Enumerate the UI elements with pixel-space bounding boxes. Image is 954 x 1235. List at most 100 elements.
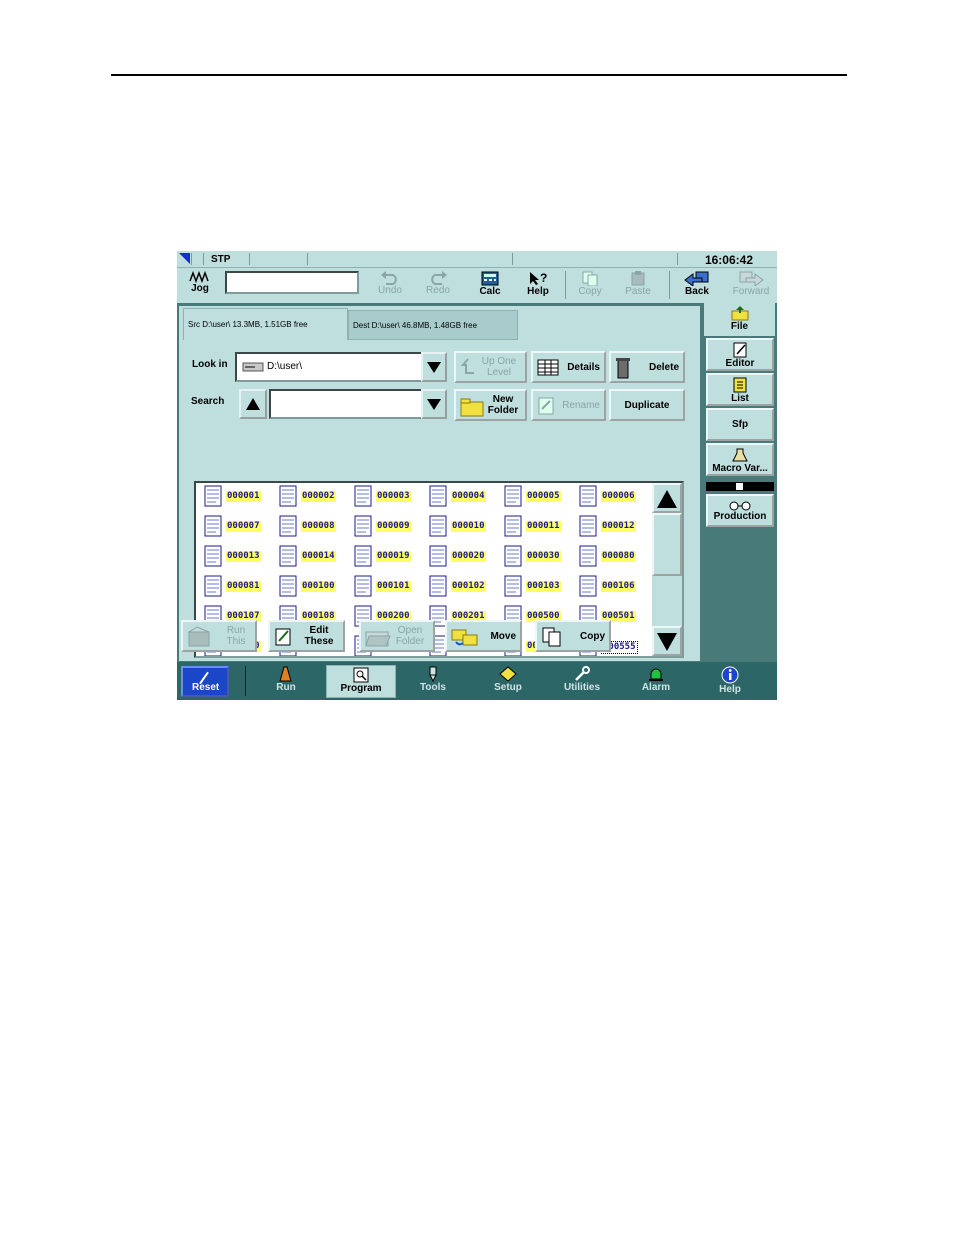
- nav-run-label: Run: [276, 682, 296, 693]
- file-item[interactable]: 000012: [579, 515, 651, 537]
- new-folder-button[interactable]: New Folder: [454, 389, 527, 421]
- file-item[interactable]: 000009: [354, 515, 426, 537]
- nav-run[interactable]: Run: [252, 665, 320, 698]
- arrow-down-icon: [657, 633, 677, 651]
- nav-setup[interactable]: Setup: [474, 665, 542, 698]
- scroll-up-button[interactable]: [652, 483, 682, 513]
- file-item[interactable]: 000100: [279, 575, 351, 597]
- move-label: Move: [490, 630, 516, 642]
- file-item[interactable]: 000011: [504, 515, 576, 537]
- rename-button[interactable]: Rename: [531, 389, 606, 421]
- file-item[interactable]: 000013: [204, 545, 276, 567]
- side-file-button[interactable]: File: [704, 303, 775, 336]
- file-name: 000014: [301, 551, 336, 562]
- gcode-file-icon: [204, 545, 222, 567]
- trash-can-icon: [616, 358, 630, 379]
- reset-button[interactable]: Reset: [181, 666, 229, 697]
- side-list-button[interactable]: List: [706, 373, 774, 406]
- machine-screen: STP 16:06:42 Jog Undo Redo Calc ? Help C…: [177, 251, 777, 700]
- file-item[interactable]: 000014: [279, 545, 351, 567]
- forward-button[interactable]: Forward: [725, 269, 777, 302]
- file-item[interactable]: 000002: [279, 485, 351, 507]
- tools-icon: [429, 666, 437, 682]
- file-name: 000007: [226, 521, 261, 532]
- up-one-level-button[interactable]: Up One Level: [454, 351, 527, 383]
- nav-utilities[interactable]: Utilities: [548, 665, 616, 698]
- edit-these-button[interactable]: Edit These: [268, 620, 345, 652]
- redo-button[interactable]: Redo: [415, 269, 461, 302]
- program-icon: [353, 667, 369, 683]
- file-item[interactable]: 000080: [579, 545, 651, 567]
- side-production-button[interactable]: Production: [706, 494, 774, 527]
- nav-help[interactable]: Help: [696, 665, 764, 698]
- file-item[interactable]: 000030: [504, 545, 576, 567]
- wrench-icon: [575, 666, 590, 681]
- file-item[interactable]: 000081: [204, 575, 276, 597]
- copy-files-icon: [542, 627, 561, 647]
- paste-button[interactable]: Paste: [615, 269, 661, 302]
- back-button[interactable]: Back: [674, 269, 720, 302]
- file-manager-panel: Src D:\user\ 13.3MB, 1.51GB free Dest D:…: [179, 306, 700, 661]
- file-item[interactable]: 000004: [429, 485, 501, 507]
- open-folder-button[interactable]: Open Folder: [359, 620, 435, 652]
- jog-button[interactable]: Jog: [177, 269, 223, 302]
- copy-button[interactable]: Copy: [535, 620, 611, 652]
- file-item[interactable]: 000008: [279, 515, 351, 537]
- macro-variables-icon: [732, 448, 748, 462]
- details-button[interactable]: Details: [531, 351, 606, 383]
- side-editor-button[interactable]: Editor: [706, 338, 774, 371]
- help-button[interactable]: ? Help: [515, 269, 561, 302]
- forward-label: Forward: [732, 286, 770, 297]
- file-item[interactable]: 000101: [354, 575, 426, 597]
- look-in-combo[interactable]: D:\user\: [235, 352, 447, 382]
- gcode-file-icon: [279, 575, 297, 597]
- file-item[interactable]: 000020: [429, 545, 501, 567]
- search-up-button[interactable]: [239, 389, 267, 419]
- side-sfp-label: Sfp: [731, 419, 749, 430]
- nav-alarm[interactable]: Alarm: [622, 665, 690, 698]
- search-dropdown[interactable]: [421, 389, 447, 419]
- drive-icon: [242, 362, 264, 372]
- calc-button[interactable]: Calc: [467, 269, 513, 302]
- scroll-down-button[interactable]: [652, 626, 682, 656]
- delete-button[interactable]: Delete: [609, 351, 685, 383]
- vertical-scrollbar[interactable]: [652, 483, 682, 656]
- file-item[interactable]: 000006: [579, 485, 651, 507]
- file-item[interactable]: 000003: [354, 485, 426, 507]
- file-item[interactable]: 000102: [429, 575, 501, 597]
- side-file-label: File: [730, 321, 749, 332]
- file-item[interactable]: 000019: [354, 545, 426, 567]
- copy-toolbar-button[interactable]: Copy: [567, 269, 613, 302]
- file-item[interactable]: 000005: [504, 485, 576, 507]
- scroll-thumb[interactable]: [652, 513, 682, 576]
- duplicate-button[interactable]: Duplicate: [609, 389, 685, 421]
- file-item[interactable]: 000103: [504, 575, 576, 597]
- nav-program[interactable]: Program: [326, 665, 396, 698]
- file-item[interactable]: 000106: [579, 575, 651, 597]
- look-in-dropdown[interactable]: [421, 352, 447, 382]
- gcode-file-icon: [279, 485, 297, 507]
- jog-icon: [189, 271, 209, 283]
- chevron-down-icon: [427, 362, 441, 373]
- details-list-icon: [537, 359, 559, 376]
- production-handle[interactable]: [706, 482, 774, 491]
- file-item[interactable]: 000007: [204, 515, 276, 537]
- file-name: 000004: [451, 491, 486, 502]
- run-this-button[interactable]: Run This: [181, 620, 257, 652]
- nav-tools[interactable]: Tools: [399, 665, 467, 698]
- side-sfp-button[interactable]: Sfp: [706, 408, 774, 441]
- open-folder-label: Open Folder: [395, 625, 425, 647]
- production-icon: [729, 501, 751, 511]
- gcode-file-icon: [429, 485, 447, 507]
- edit-these-label: Edit These: [304, 625, 334, 647]
- file-item[interactable]: 000001: [204, 485, 276, 507]
- search-label: Search: [191, 396, 225, 407]
- mdi-input[interactable]: [225, 271, 359, 294]
- bottom-nav: Reset Run Program Tools Setup Utilities …: [177, 662, 777, 700]
- undo-button[interactable]: Undo: [367, 269, 413, 302]
- side-macro-button[interactable]: Macro Var...: [706, 443, 774, 476]
- file-item[interactable]: 000010: [429, 515, 501, 537]
- move-button[interactable]: Move: [445, 620, 522, 652]
- tab-destination[interactable]: Dest D:\user\ 46.8MB, 1.48GB free: [348, 310, 518, 340]
- tab-source[interactable]: Src D:\user\ 13.3MB, 1.51GB free: [183, 308, 348, 340]
